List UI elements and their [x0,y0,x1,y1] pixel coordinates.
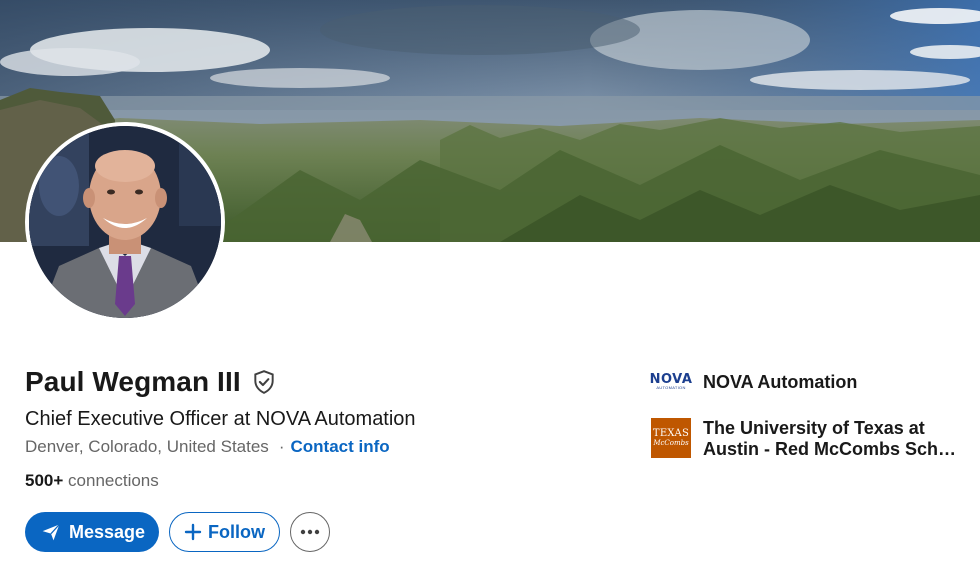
separator-dot: · [278,437,285,456]
contact-info-link[interactable]: Contact info [290,437,389,457]
message-label: Message [69,521,146,542]
more-horizontal-icon [300,529,320,535]
follow-button[interactable]: Follow [169,512,281,552]
profile-name: Paul Wegman III [25,366,241,397]
plus-icon [184,523,202,541]
school-name-line2: Austin - Red McCombs Schoo... [703,439,959,459]
ut-logo-subtext: McCombs [653,439,689,447]
profile-location: Denver, Colorado, United States [25,437,269,456]
school-name: The University of Texas at Austin - Red … [703,418,959,460]
ut-logo-text: TEXAS [652,428,690,439]
shield-check-icon[interactable] [251,369,277,395]
school-name-line1: The University of Texas at [703,418,925,438]
profile-avatar[interactable] [25,122,225,322]
nova-logo: NOVA AUTOMATION [650,373,692,390]
message-button[interactable]: Message [25,512,160,552]
education-school[interactable]: TEXAS McCombs The University of Texas at… [651,418,959,460]
ut-mccombs-logo: TEXAS McCombs [651,418,691,458]
profile-actions: Message Follow [25,512,331,552]
connections-label: connections [68,471,159,490]
profile-headline: Chief Executive Officer at NOVA Automati… [25,408,416,430]
send-icon [41,522,61,542]
connections-number: 500+ [25,471,64,490]
location-row: Denver, Colorado, United States · Contac… [25,437,390,457]
current-company[interactable]: NOVA AUTOMATION NOVA Automation [650,372,858,393]
more-actions-button[interactable] [290,512,331,552]
company-name: NOVA Automation [703,372,858,392]
nova-logo-subtext: AUTOMATION [656,385,686,390]
follow-label: Follow [208,521,266,542]
name-row: Paul Wegman III [25,366,277,398]
connections-count[interactable]: 500+ connections [25,471,159,491]
